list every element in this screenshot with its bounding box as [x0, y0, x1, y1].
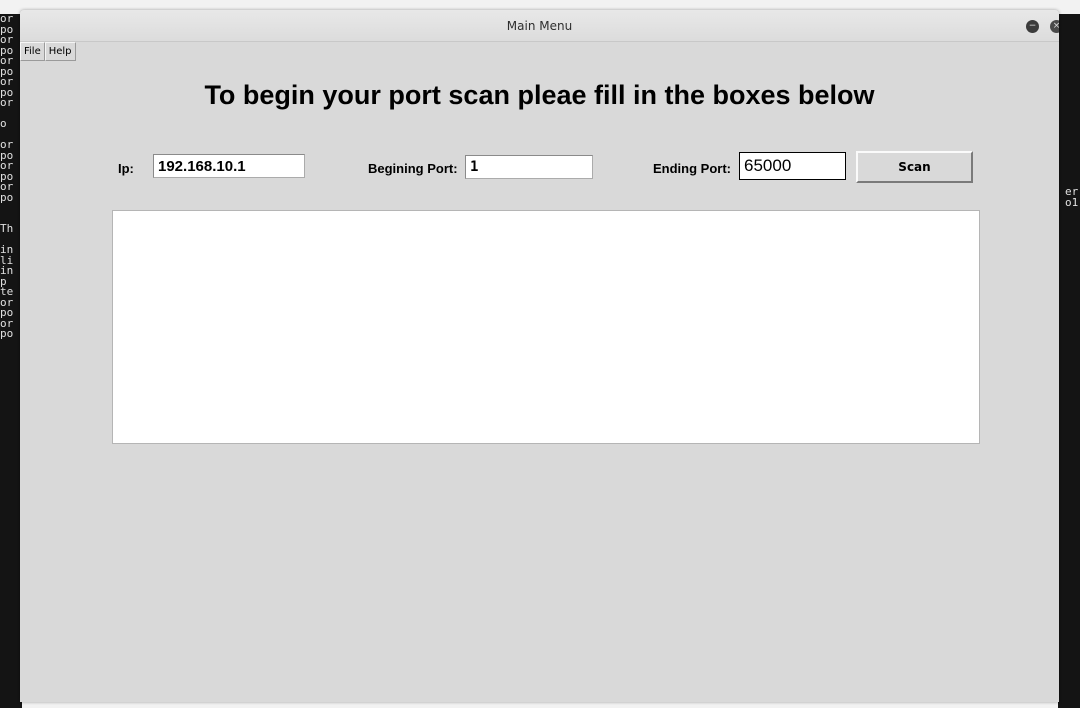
background-terminal-right-text: er o1 — [1065, 185, 1079, 209]
ip-input[interactable] — [153, 154, 305, 178]
scan-output-area[interactable] — [112, 210, 980, 444]
window-title: Main Menu — [506, 19, 573, 33]
minimize-icon[interactable]: − — [1026, 20, 1039, 33]
background-terminal-left: or po or po or po or po or o or po or po… — [0, 14, 22, 708]
begin-port-input[interactable] — [465, 155, 593, 179]
ip-label: Ip: — [118, 161, 134, 176]
scan-button[interactable]: Scan — [856, 151, 973, 183]
end-port-input[interactable] — [739, 152, 846, 180]
menu-bar: File Help — [20, 41, 76, 61]
begin-port-label: Begining Port: — [368, 161, 458, 176]
background-terminal-right: er o1 — [1058, 14, 1080, 708]
menu-file[interactable]: File — [20, 42, 45, 61]
menu-help[interactable]: Help — [44, 42, 76, 61]
close-icon[interactable]: × — [1050, 20, 1059, 33]
end-port-label: Ending Port: — [653, 161, 731, 176]
main-menu-window: Main Menu − × File Help To begin your po… — [20, 10, 1059, 702]
instructions-heading: To begin your port scan pleae fill in th… — [204, 80, 875, 110]
title-bar[interactable]: Main Menu − × — [20, 10, 1059, 42]
desktop-background: or po or po or po or po or o or po or po… — [0, 0, 1080, 708]
